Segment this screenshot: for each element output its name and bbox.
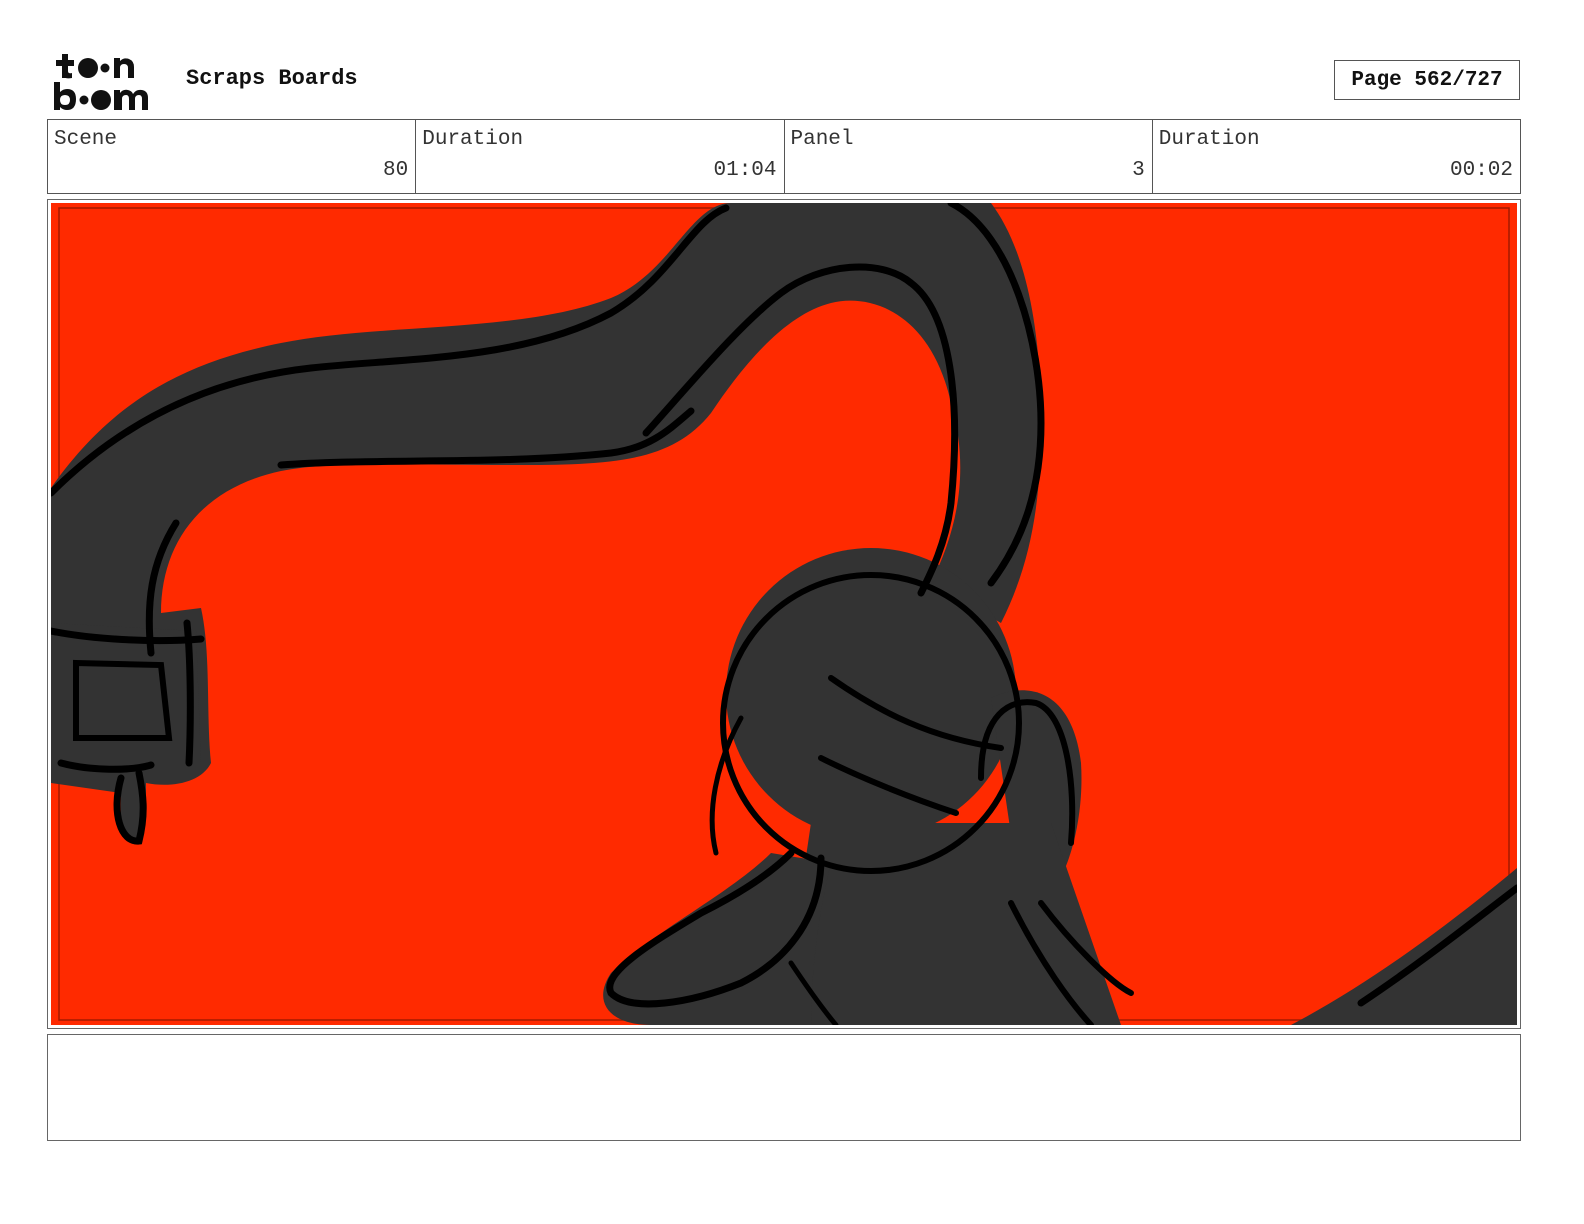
project-title: Scraps Boards: [186, 66, 358, 91]
panel-cell: Panel 3: [785, 120, 1153, 193]
panel-info-bar: Scene 80 Duration 01:04 Panel 3 Duration…: [47, 119, 1521, 194]
scene-duration-value: 01:04: [713, 159, 777, 182]
panel-label: Panel: [790, 128, 854, 151]
panel-value: 3: [1132, 159, 1145, 182]
panel-duration-value: 00:02: [1449, 159, 1513, 182]
toon-boom-logo: [54, 54, 148, 110]
scene-value: 80: [383, 159, 409, 182]
storyboard-panel-drawing: [51, 203, 1517, 1025]
page-number: 562/727: [1414, 68, 1503, 92]
panel-duration-cell: Duration 00:02: [1153, 120, 1520, 193]
scene-label: Scene: [54, 128, 118, 151]
scene-duration-cell: Duration 01:04: [416, 120, 785, 193]
panel-notes: [47, 1034, 1521, 1141]
page-indicator: Page 562/727: [1334, 60, 1520, 100]
scene-cell: Scene 80: [48, 120, 417, 193]
panel-duration-label: Duration: [1158, 128, 1260, 151]
page-label: Page: [1351, 68, 1402, 92]
scene-duration-label: Duration: [422, 128, 524, 151]
